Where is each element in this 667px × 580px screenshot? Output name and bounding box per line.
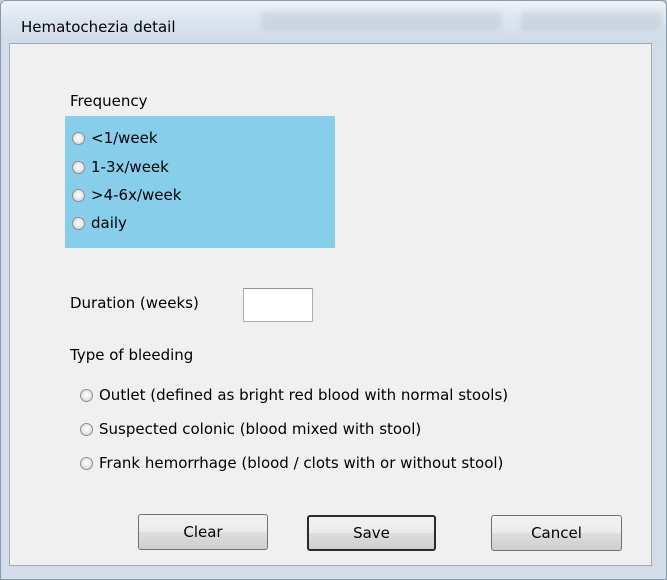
title-bar[interactable]: Hematochezia detail <box>1 1 666 43</box>
save-button[interactable]: Save <box>307 515 436 551</box>
bleeding-option-frank-hemorrhage[interactable]: Frank hemorrhage (blood / clots with or … <box>80 454 503 472</box>
bleeding-option-suspected-colonic[interactable]: Suspected colonic (blood mixed with stoo… <box>80 420 421 438</box>
background-blur <box>261 11 501 31</box>
dialog-client-area: Frequency <1/week 1-3x/week >4-6x/week d… <box>9 43 652 566</box>
radio-button[interactable] <box>72 131 85 145</box>
duration-label: Duration (weeks) <box>70 294 199 312</box>
dialog-window: Hematochezia detail Frequency <1/week 1-… <box>0 0 667 580</box>
bleeding-type-label: Type of bleeding <box>70 346 194 364</box>
frequency-option-label: daily <box>91 214 127 232</box>
duration-input[interactable] <box>243 288 313 322</box>
frequency-option-4-6x-week[interactable]: >4-6x/week <box>72 186 181 204</box>
radio-button[interactable] <box>72 160 85 174</box>
radio-button[interactable] <box>72 216 85 230</box>
frequency-option-label: <1/week <box>91 129 158 147</box>
bleeding-option-label: Suspected colonic (blood mixed with stoo… <box>99 420 422 438</box>
clear-button[interactable]: Clear <box>138 514 268 550</box>
bleeding-option-label: Outlet (defined as bright red blood with… <box>99 386 509 404</box>
background-blur <box>521 11 661 31</box>
frequency-option-daily[interactable]: daily <box>72 214 127 232</box>
bleeding-option-outlet[interactable]: Outlet (defined as bright red blood with… <box>80 386 508 404</box>
cancel-button[interactable]: Cancel <box>491 515 622 551</box>
frequency-option-1-3x-week[interactable]: 1-3x/week <box>72 158 169 176</box>
frequency-option-label: >4-6x/week <box>91 186 182 204</box>
radio-button[interactable] <box>80 456 93 470</box>
frequency-label: Frequency <box>70 92 148 110</box>
frequency-option-label: 1-3x/week <box>91 158 169 176</box>
frequency-panel: <1/week 1-3x/week >4-6x/week daily <box>65 116 335 248</box>
frequency-option-less-than-1-week[interactable]: <1/week <box>72 129 158 147</box>
radio-button[interactable] <box>80 388 93 402</box>
radio-button[interactable] <box>72 188 85 202</box>
bleeding-option-label: Frank hemorrhage (blood / clots with or … <box>99 454 504 472</box>
radio-button[interactable] <box>80 422 93 436</box>
window-title: Hematochezia detail <box>21 18 176 36</box>
